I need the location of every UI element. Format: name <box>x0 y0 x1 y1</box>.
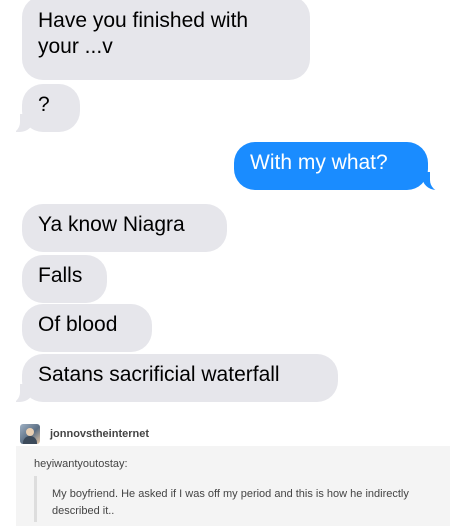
avatar[interactable] <box>20 424 40 444</box>
message-text: With my what? <box>250 151 388 174</box>
quote-line: described it.. <box>52 505 115 517</box>
incoming-message: Have you finished with your ...v <box>22 0 310 80</box>
message-text: ? <box>38 93 50 116</box>
reblogged-from-username[interactable]: heyiwantyoutostay: <box>34 458 128 470</box>
quote-line: My boyfriend. He asked if I was off my p… <box>52 488 409 500</box>
quote-text: My boyfriend. He asked if I was off my p… <box>52 486 432 520</box>
incoming-message: Ya know Niagra <box>22 204 227 252</box>
incoming-message: ? <box>22 84 80 132</box>
message-text: Falls <box>38 264 83 287</box>
message-text: Of blood <box>38 313 118 336</box>
incoming-message: Of blood <box>22 304 152 352</box>
blockquote-bar <box>34 476 37 522</box>
tumblr-post: jonnovstheinternet heyiwantyoutostay: My… <box>0 412 456 526</box>
message-text-line: your ...v <box>38 35 113 58</box>
post-author[interactable]: jonnovstheinternet <box>20 424 149 444</box>
author-username[interactable]: jonnovstheinternet <box>50 428 149 440</box>
incoming-message: Falls <box>22 255 107 303</box>
message-text: Satans sacrificial waterfall <box>38 363 280 386</box>
incoming-message: Satans sacrificial waterfall <box>22 354 338 402</box>
post-body: heyiwantyoutostay: My boyfriend. He aske… <box>16 446 450 526</box>
message-thread: Have you finished with your ...v ? With … <box>0 0 456 410</box>
outgoing-message: With my what? <box>234 142 428 190</box>
message-text: Ya know Niagra <box>38 213 185 236</box>
message-text-line: Have you finished with <box>38 9 249 32</box>
